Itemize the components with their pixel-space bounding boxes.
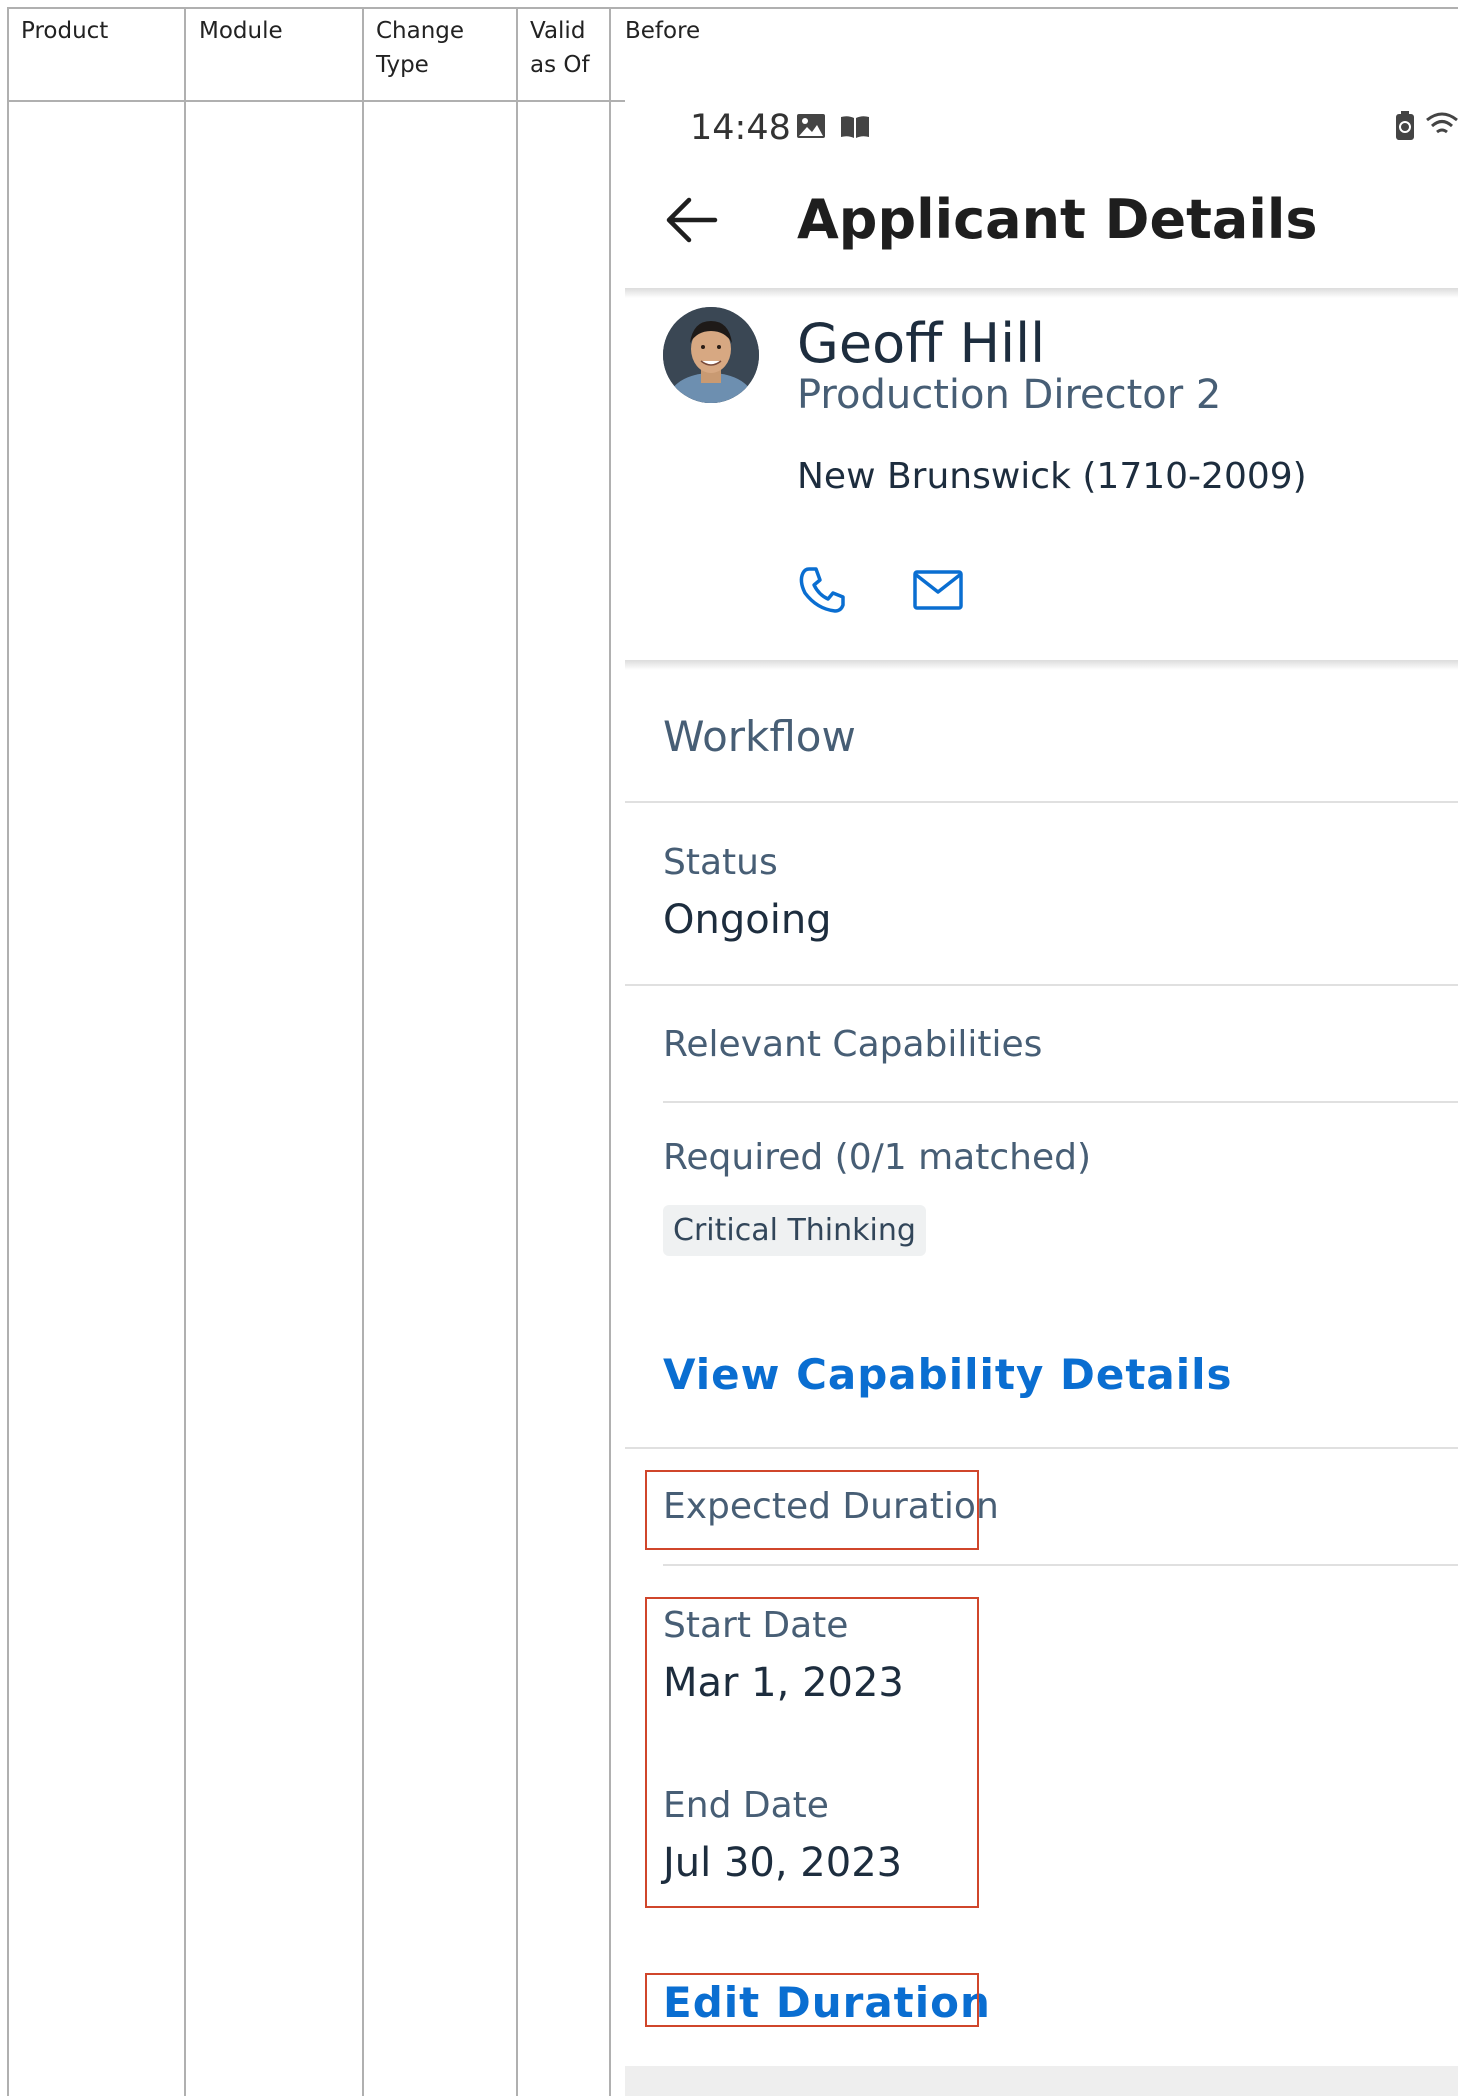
- capabilities-divider: [663, 1101, 1458, 1103]
- header-product: Product: [21, 14, 108, 48]
- wifi-icon: [1426, 112, 1458, 134]
- battery-saver-icon: [1396, 111, 1414, 140]
- status-label: Status: [663, 842, 778, 883]
- col-border-4: [609, 7, 611, 2096]
- edit-duration-highlight: [645, 1973, 979, 2027]
- relevant-capabilities-label: Relevant Capabilities: [663, 1024, 1043, 1065]
- header-valid-as-of: Valid as Of: [530, 14, 590, 82]
- header-before-label: Before: [625, 18, 701, 44]
- expected-duration-highlight: [645, 1470, 979, 1550]
- header-change-type: Change Type: [376, 14, 464, 82]
- status-value: Ongoing: [663, 897, 832, 943]
- header-before: Before: [625, 14, 700, 48]
- col-border-2: [362, 7, 364, 2096]
- header-module: Module: [199, 14, 283, 48]
- capability-link-divider: [625, 1447, 1458, 1449]
- applicant-location: New Brunswick (1710-2009): [797, 456, 1307, 497]
- view-capability-details-link[interactable]: View Capability Details: [663, 1350, 1233, 1399]
- table-top-border: [7, 7, 1458, 9]
- book-icon: [841, 116, 869, 138]
- header-change-type-line2: Type: [376, 52, 429, 78]
- header-valid-line2: as Of: [530, 52, 590, 78]
- header-change-type-line1: Change: [376, 18, 465, 44]
- avatar: [663, 307, 759, 403]
- header-valid-line1: Valid: [530, 18, 586, 44]
- header-product-label: Product: [21, 18, 109, 44]
- header-bottom-border: [7, 100, 625, 102]
- bottom-bar: [625, 2066, 1458, 2096]
- col-border-0: [7, 7, 9, 2096]
- status-bar-time: 14:48: [690, 108, 791, 148]
- card-shadow: [625, 660, 1458, 670]
- phone-screenshot: 14:48 Applicant Details Geoff Hill Produ…: [625, 100, 1458, 2096]
- phone-icon[interactable]: [797, 565, 847, 615]
- required-capabilities-label: Required (0/1 matched): [663, 1137, 1091, 1178]
- workflow-divider: [625, 801, 1458, 803]
- email-icon[interactable]: [913, 570, 963, 610]
- col-border-3: [516, 7, 518, 2096]
- applicant-name: Geoff Hill: [797, 312, 1046, 375]
- capability-chip: Critical Thinking: [663, 1205, 926, 1256]
- header-module-label: Module: [199, 18, 283, 44]
- applicant-job-title: Production Director 2: [797, 372, 1222, 418]
- workflow-label: Workflow: [663, 712, 856, 761]
- dates-highlight: [645, 1597, 979, 1908]
- back-arrow-icon[interactable]: [663, 192, 719, 248]
- col-border-1: [184, 7, 186, 2096]
- image-icon: [797, 114, 825, 138]
- header-shadow: [625, 288, 1458, 298]
- status-divider: [625, 984, 1458, 986]
- duration-divider: [663, 1564, 1458, 1566]
- page-title: Applicant Details: [797, 188, 1318, 251]
